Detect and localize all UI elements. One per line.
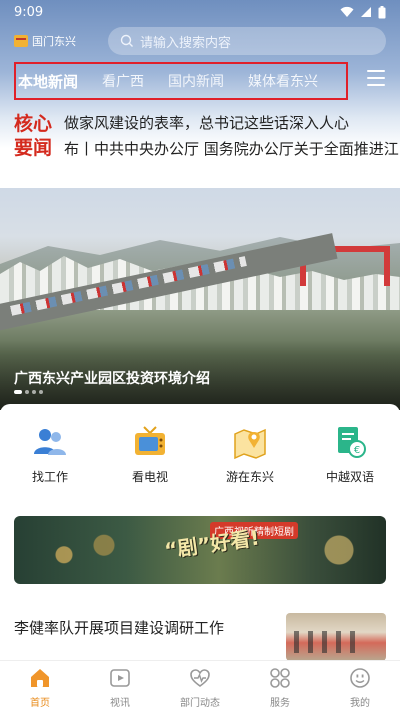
search-icon [120,34,133,47]
face-icon [350,668,370,688]
nav-services[interactable]: 服务 [250,667,310,709]
core-news-item[interactable]: 布丨中共中央办公厅 国务院办公厅关于全面推进江 [64,138,400,159]
nav-label: 首页 [30,698,50,709]
play-icon [110,669,130,687]
service-watch-tv[interactable]: 看电视 [110,424,190,500]
banner-dot[interactable] [14,390,22,394]
service-grid: 找工作 看电视 游在东兴 € 中越双语 [0,404,400,500]
status-time: 9:09 [14,4,44,20]
promo-decoration [34,526,134,574]
svg-text:€: € [354,445,360,456]
service-label: 中越双语 [325,470,374,484]
bottom-nav: 首页 视讯 部门动态 服务 我的 [0,660,400,712]
service-bilingual[interactable]: € 中越双语 [310,424,390,500]
service-find-job[interactable]: 找工作 [10,424,90,500]
header-row: 国门东兴 请输入搜索内容 [0,27,400,57]
news-tabs: 本地新闻 看广西 国内新闻 媒体看东兴 [14,62,348,100]
nav-label: 服务 [270,698,290,709]
people-icon [34,429,66,455]
logo-mark-icon [14,35,28,47]
tab-local-news[interactable]: 本地新闻 [16,71,90,92]
tab-media-dongxing[interactable]: 媒体看东兴 [236,71,330,91]
nav-department-news[interactable]: 部门动态 [170,667,230,709]
service-label: 找工作 [31,470,68,484]
core-label-line1: 核心 [14,113,53,135]
tab-domestic-news[interactable]: 国内新闻 [156,71,236,91]
promo-headline: “剧”好看! [163,525,261,563]
heart-pulse-icon [190,669,210,687]
battery-icon [378,5,386,18]
news-item-thumbnail[interactable] [286,613,386,661]
status-bar: 9:09 [0,0,400,24]
nav-home[interactable]: 首页 [10,667,70,709]
banner-dot[interactable] [25,390,29,394]
nav-label: 部门动态 [180,698,220,709]
grid-icon [270,668,290,688]
core-news-label: 核心 要闻 [14,112,58,160]
banner-dot[interactable] [32,390,36,394]
service-tour-dongxing[interactable]: 游在东兴 [210,424,290,500]
promo-banner[interactable]: 广西视听精制短剧 “剧”好看! [14,516,386,584]
app-logo[interactable]: 国门东兴 [14,33,76,49]
service-label: 游在东兴 [225,470,274,484]
hero-banner[interactable]: 广西东兴产业园区投资环境介绍 [0,188,400,410]
home-icon [31,669,49,687]
tv-icon [135,426,165,455]
banner-caption: 广西东兴产业园区投资环境介绍 [14,371,210,387]
nav-video[interactable]: 视讯 [90,667,150,709]
promo-decoration [304,522,374,578]
status-icons [340,5,386,19]
search-placeholder: 请输入搜索内容 [140,35,232,51]
signal-icon [361,7,371,17]
app-name: 国门东兴 [32,35,76,48]
news-item-title[interactable]: 李健率队开展项目建设调研工作 [14,617,224,638]
banner-pagination [14,390,43,394]
core-news-item[interactable]: 做家风建设的表率，总书记这些话深入人心 [64,112,400,133]
search-bar[interactable]: 请输入搜索内容 [108,27,386,55]
wifi-icon [340,6,354,17]
core-label-line2: 要闻 [14,137,53,159]
banner-dot[interactable] [39,390,43,394]
service-label: 看电视 [131,470,168,484]
tab-guangxi[interactable]: 看广西 [90,71,156,91]
bilingual-doc-icon: € [338,427,366,458]
menu-icon[interactable] [367,70,385,86]
nav-label: 我的 [350,698,370,709]
core-news: 核心 要闻 做家风建设的表率，总书记这些话深入人心 布丨中共中央办公厅 国务院办… [0,108,400,168]
map-icon [234,428,266,460]
nav-label: 视讯 [110,698,130,709]
nav-mine[interactable]: 我的 [330,667,390,709]
